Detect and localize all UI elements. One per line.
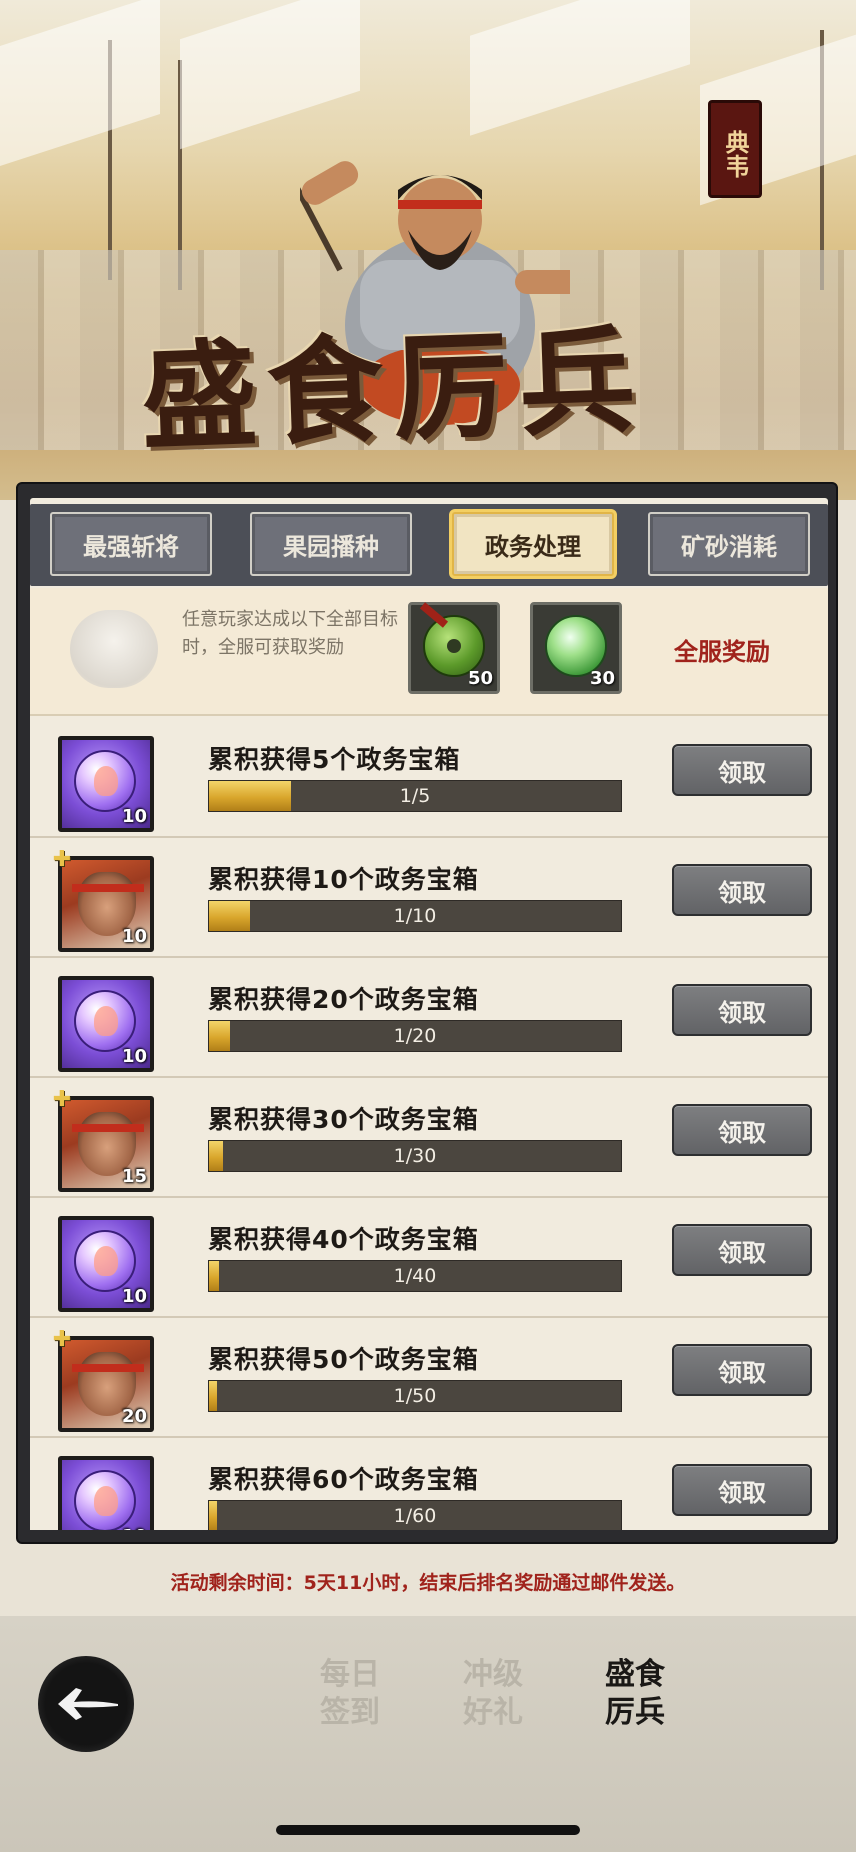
progress-bar: 1/40	[208, 1260, 622, 1292]
progress-bar: 1/30	[208, 1140, 622, 1172]
claim-button[interactable]: 领取	[672, 1344, 812, 1396]
progress-text: 1/30	[393, 1145, 437, 1167]
banner-flag	[180, 0, 360, 150]
claim-button[interactable]: 领取	[672, 744, 812, 796]
purple-orb-icon[interactable]: 10	[58, 976, 154, 1072]
tab-strongest-general[interactable]: 最强斩将	[50, 512, 212, 576]
nav-label-line: 冲级	[463, 1657, 523, 1692]
nav-daily-checkin[interactable]: 每日 签到	[295, 1656, 405, 1732]
banner-flag	[0, 0, 160, 166]
plus-icon: ✚	[52, 1327, 72, 1352]
progress-text: 1/10	[393, 905, 437, 927]
task-title: 累积获得5个政务宝箱	[208, 745, 461, 774]
purple-orb-icon[interactable]: 10	[58, 1216, 154, 1312]
reward-qty: 10	[121, 1046, 147, 1067]
progress-bar: 1/10	[208, 900, 622, 932]
task-list[interactable]: 10 累积获得5个政务宝箱 1/5 领取 ✚ 10 累积获得10个政务宝箱 1/…	[30, 720, 828, 1530]
bottom-nav: 每日 签到 冲级 好礼 盛食 厉兵	[0, 1616, 856, 1852]
server-reward-label: 全服奖励	[674, 638, 770, 666]
claim-button[interactable]: 领取	[672, 864, 812, 916]
nav-event-current[interactable]: 盛食 厉兵	[580, 1644, 690, 1744]
claim-button[interactable]: 领取	[672, 1464, 812, 1516]
reward-qty: 10	[121, 926, 147, 947]
server-reward-description: 任意玩家达成以下全部目标时，全服可获取奖励	[182, 609, 398, 658]
task-title: 累积获得40个政务宝箱	[208, 1225, 479, 1254]
plus-icon: ✚	[52, 1087, 72, 1112]
hero-name-tag: 典韦	[708, 100, 762, 198]
task-title: 累积获得60个政务宝箱	[208, 1465, 479, 1494]
progress-text: 1/20	[393, 1025, 437, 1047]
task-title: 累积获得20个政务宝箱	[208, 985, 479, 1014]
reward-qty: 20	[121, 1406, 147, 1427]
progress-bar: 1/5	[208, 780, 622, 812]
event-time-remaining: 活动剩余时间：5天11小时，结束后排名奖励通过邮件发送。	[170, 1572, 686, 1594]
task-row: ✚ 10 累积获得10个政务宝箱 1/10 领取	[30, 840, 828, 958]
purple-orb-icon[interactable]: 10	[58, 1456, 154, 1530]
progress-bar: 1/20	[208, 1020, 622, 1052]
task-title: 累积获得50个政务宝箱	[208, 1345, 479, 1374]
purple-orb-icon[interactable]: 10	[58, 736, 154, 832]
tab-orchard-sowing[interactable]: 果园播种	[250, 512, 412, 576]
player-placeholder-avatar	[70, 610, 158, 688]
hero-portrait-icon[interactable]: 20	[58, 1336, 154, 1432]
progress-text: 1/60	[393, 1505, 437, 1527]
task-title: 累积获得10个政务宝箱	[208, 865, 479, 894]
nav-label-line: 厉兵	[605, 1695, 665, 1730]
tab-government-affairs[interactable]: 政务处理	[452, 512, 614, 576]
reward-qty: 10	[121, 806, 147, 827]
event-banner: 典韦 盛食厉兵	[0, 0, 856, 500]
banner-flag	[470, 0, 690, 136]
reward-qty: 15	[121, 1166, 147, 1187]
task-row: 10 累积获得60个政务宝箱 1/60 领取	[30, 1440, 828, 1530]
claim-button[interactable]: 领取	[672, 1224, 812, 1276]
task-row: ✚ 20 累积获得50个政务宝箱 1/50 领取	[30, 1320, 828, 1438]
reward-qty: 10	[121, 1286, 147, 1307]
nav-label-line: 盛食	[605, 1657, 665, 1692]
task-title: 累积获得30个政务宝箱	[208, 1105, 479, 1134]
reward-qty: 50	[467, 668, 493, 689]
tab-bar: 最强斩将 果园播种 政务处理 矿砂消耗	[30, 504, 828, 586]
nav-label-line: 每日	[320, 1657, 380, 1692]
claim-button[interactable]: 领取	[672, 984, 812, 1036]
task-row: 10 累积获得40个政务宝箱 1/40 领取	[30, 1200, 828, 1318]
server-reward-box: 任意玩家达成以下全部目标时，全服可获取奖励 50 30 全服奖励	[30, 588, 828, 716]
back-button[interactable]	[38, 1656, 134, 1752]
progress-text: 1/50	[393, 1385, 437, 1407]
task-row: 10 累积获得20个政务宝箱 1/20 领取	[30, 960, 828, 1078]
server-reward-item[interactable]: 30	[530, 602, 622, 694]
progress-bar: 1/50	[208, 1380, 622, 1412]
tab-ore-consumption[interactable]: 矿砂消耗	[648, 512, 810, 576]
event-title: 盛食厉兵	[138, 312, 648, 467]
reward-qty: 30	[589, 668, 615, 689]
server-reward-item[interactable]: 50	[408, 602, 500, 694]
progress-text: 1/5	[399, 785, 431, 807]
event-panel: 最强斩将 果园播种 政务处理 矿砂消耗 任意玩家达成以下全部目标时，全服可获取奖…	[16, 482, 838, 1544]
hero-portrait-icon[interactable]: 10	[58, 856, 154, 952]
nav-label-line: 签到	[320, 1695, 380, 1730]
claim-button[interactable]: 领取	[672, 1104, 812, 1156]
plus-icon: ✚	[52, 847, 72, 872]
progress-bar: 1/60	[208, 1500, 622, 1530]
hero-portrait-icon[interactable]: 15	[58, 1096, 154, 1192]
task-row: 10 累积获得5个政务宝箱 1/5 领取	[30, 720, 828, 838]
nav-label-line: 好礼	[463, 1695, 523, 1730]
arrow-left-icon	[58, 1688, 118, 1720]
reward-qty: 10	[122, 1526, 147, 1530]
progress-text: 1/40	[393, 1265, 437, 1287]
task-row: ✚ 15 累积获得30个政务宝箱 1/30 领取	[30, 1080, 828, 1198]
home-indicator	[276, 1825, 580, 1835]
nav-level-gift[interactable]: 冲级 好礼	[438, 1656, 548, 1732]
